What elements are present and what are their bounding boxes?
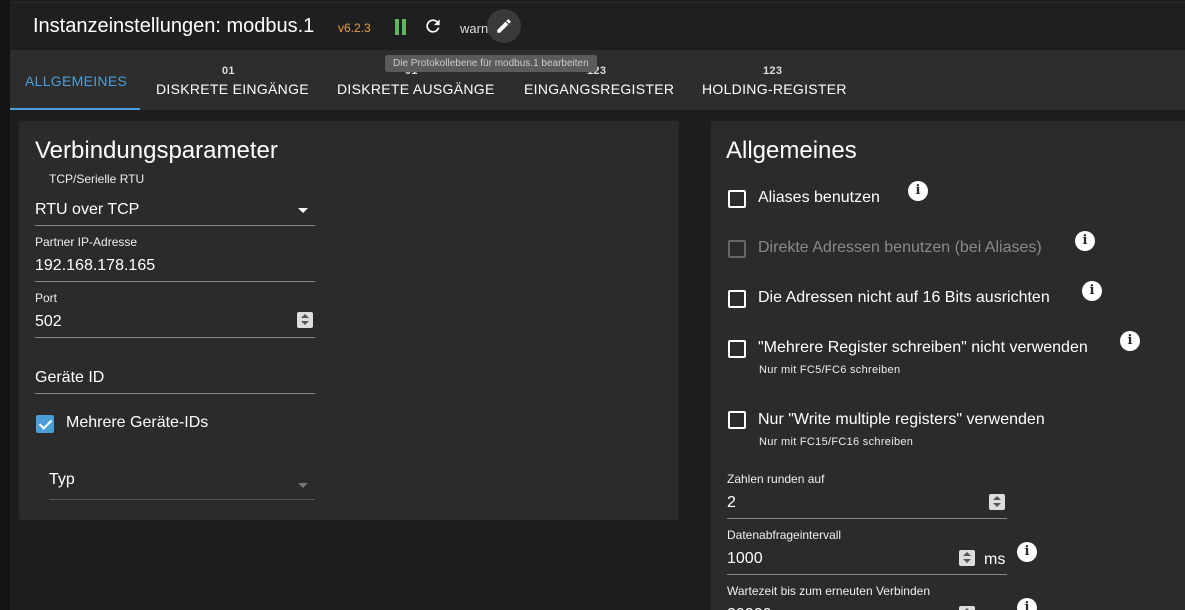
aliases-checkbox[interactable] [728,190,746,208]
aliases-label: Aliases benutzen [758,189,880,206]
general-card: Allgemeines Aliases benutzen i Direkte A… [711,121,1185,610]
type-select-value: RTU over TCP [35,201,140,218]
typ-placeholder: Typ [49,471,75,488]
round-stepper[interactable] [989,494,1005,510]
info-icon[interactable]: i [1120,331,1140,351]
info-icon[interactable]: i [1082,281,1102,301]
tab-count: 123 [763,65,783,77]
poll-input-value: 1000 [727,550,763,567]
device-id-underline [35,393,315,394]
info-icon[interactable]: i [1075,231,1095,251]
type-label: TCP/Serielle RTU [49,172,145,186]
chevron-down-icon [298,208,308,213]
direct-addresses-label: Direkte Adressen benutzen (bei Aliases) [758,239,1042,256]
info-icon[interactable]: i [1017,542,1037,562]
reload-icon[interactable] [423,16,443,36]
version-badge: v6.2.3 [338,21,371,35]
no-multi-write-label: "Mehrere Register schreiben" nicht verwe… [758,339,1088,356]
ip-input-underline [35,281,315,282]
tab-label: HOLDING-REGISTER [702,81,847,97]
port-label: Port [35,291,58,305]
connection-heading: Verbindungsparameter [35,137,278,164]
tab-allgemeines[interactable]: ALLGEMEINES [10,50,140,110]
device-id-placeholder: Geräte ID [35,369,105,386]
only-multi-write-label: Nur "Write multiple registers" verwenden [758,411,1045,428]
only-multi-write-helper: Nur mit FC15/FC16 schreiben [759,436,914,448]
round-input-underline [727,518,1007,519]
no-align-checkbox[interactable] [728,290,746,308]
no-align-label: Die Adressen nicht auf 16 Bits ausrichte… [758,289,1050,306]
chevron-down-icon [298,483,308,488]
edit-log-level-button[interactable] [487,9,521,43]
tab-label: DISKRETE EINGÄNGE [156,81,309,97]
poll-unit: ms [984,551,1006,568]
connection-card: Verbindungsparameter TCP/Serielle RTU RT… [19,121,679,520]
only-multi-write-checkbox[interactable] [728,411,746,429]
port-input-underline [35,337,315,338]
info-icon[interactable]: i [908,181,928,201]
reconnect-input-value: 20000 [727,606,772,610]
multi-ids-label: Mehrere Geräte-IDs [66,414,209,431]
no-multi-write-helper: Nur mit FC5/FC6 schreiben [759,364,901,376]
tab-label: EINGANGSREGISTER [524,81,675,97]
round-label: Zahlen runden auf [727,472,825,486]
general-heading: Allgemeines [726,137,857,164]
no-multi-write-checkbox[interactable] [728,340,746,358]
tab-label: DISKRETE AUSGÄNGE [337,81,495,97]
tab-label: ALLGEMEINES [25,73,128,89]
tab-count: 01 [222,65,235,77]
left-edge [0,0,10,610]
tab-holding-register[interactable]: 123 HOLDING-REGISTER [702,50,852,110]
log-level-tooltip: Die Protokollebene für modbus.1 bearbeit… [385,55,597,72]
ip-label: Partner IP-Adresse [35,235,138,249]
poll-stepper[interactable] [959,550,975,566]
multi-ids-checkbox[interactable] [36,415,54,433]
port-stepper[interactable] [297,312,313,328]
reconnect-label: Wartezeit bis zum erneuten Verbinden [727,584,930,598]
ip-input-value: 192.168.178.165 [35,257,156,274]
tab-bar: ALLGEMEINES 01 DISKRETE EINGÄNGE 01 DISK… [10,50,1185,110]
info-icon[interactable]: i [1017,598,1037,610]
type-select-underline [35,225,315,226]
round-input-value: 2 [727,494,736,511]
pause-icon[interactable] [394,19,408,35]
instance-header: Instanzeinstellungen: modbus.1 v6.2.3 wa… [10,2,1185,50]
page-title: Instanzeinstellungen: modbus.1 [33,15,315,37]
typ-select-underline [49,499,315,500]
reconnect-stepper[interactable] [959,606,975,610]
port-input-value: 502 [35,313,62,330]
log-level-value: warn [460,21,489,36]
tab-diskrete-eingaenge[interactable]: 01 DISKRETE EINGÄNGE [156,50,316,110]
direct-addresses-checkbox [728,240,746,258]
poll-input-underline [727,574,1007,575]
pencil-icon [497,19,511,33]
poll-label: Datenabfrageintervall [727,528,842,542]
